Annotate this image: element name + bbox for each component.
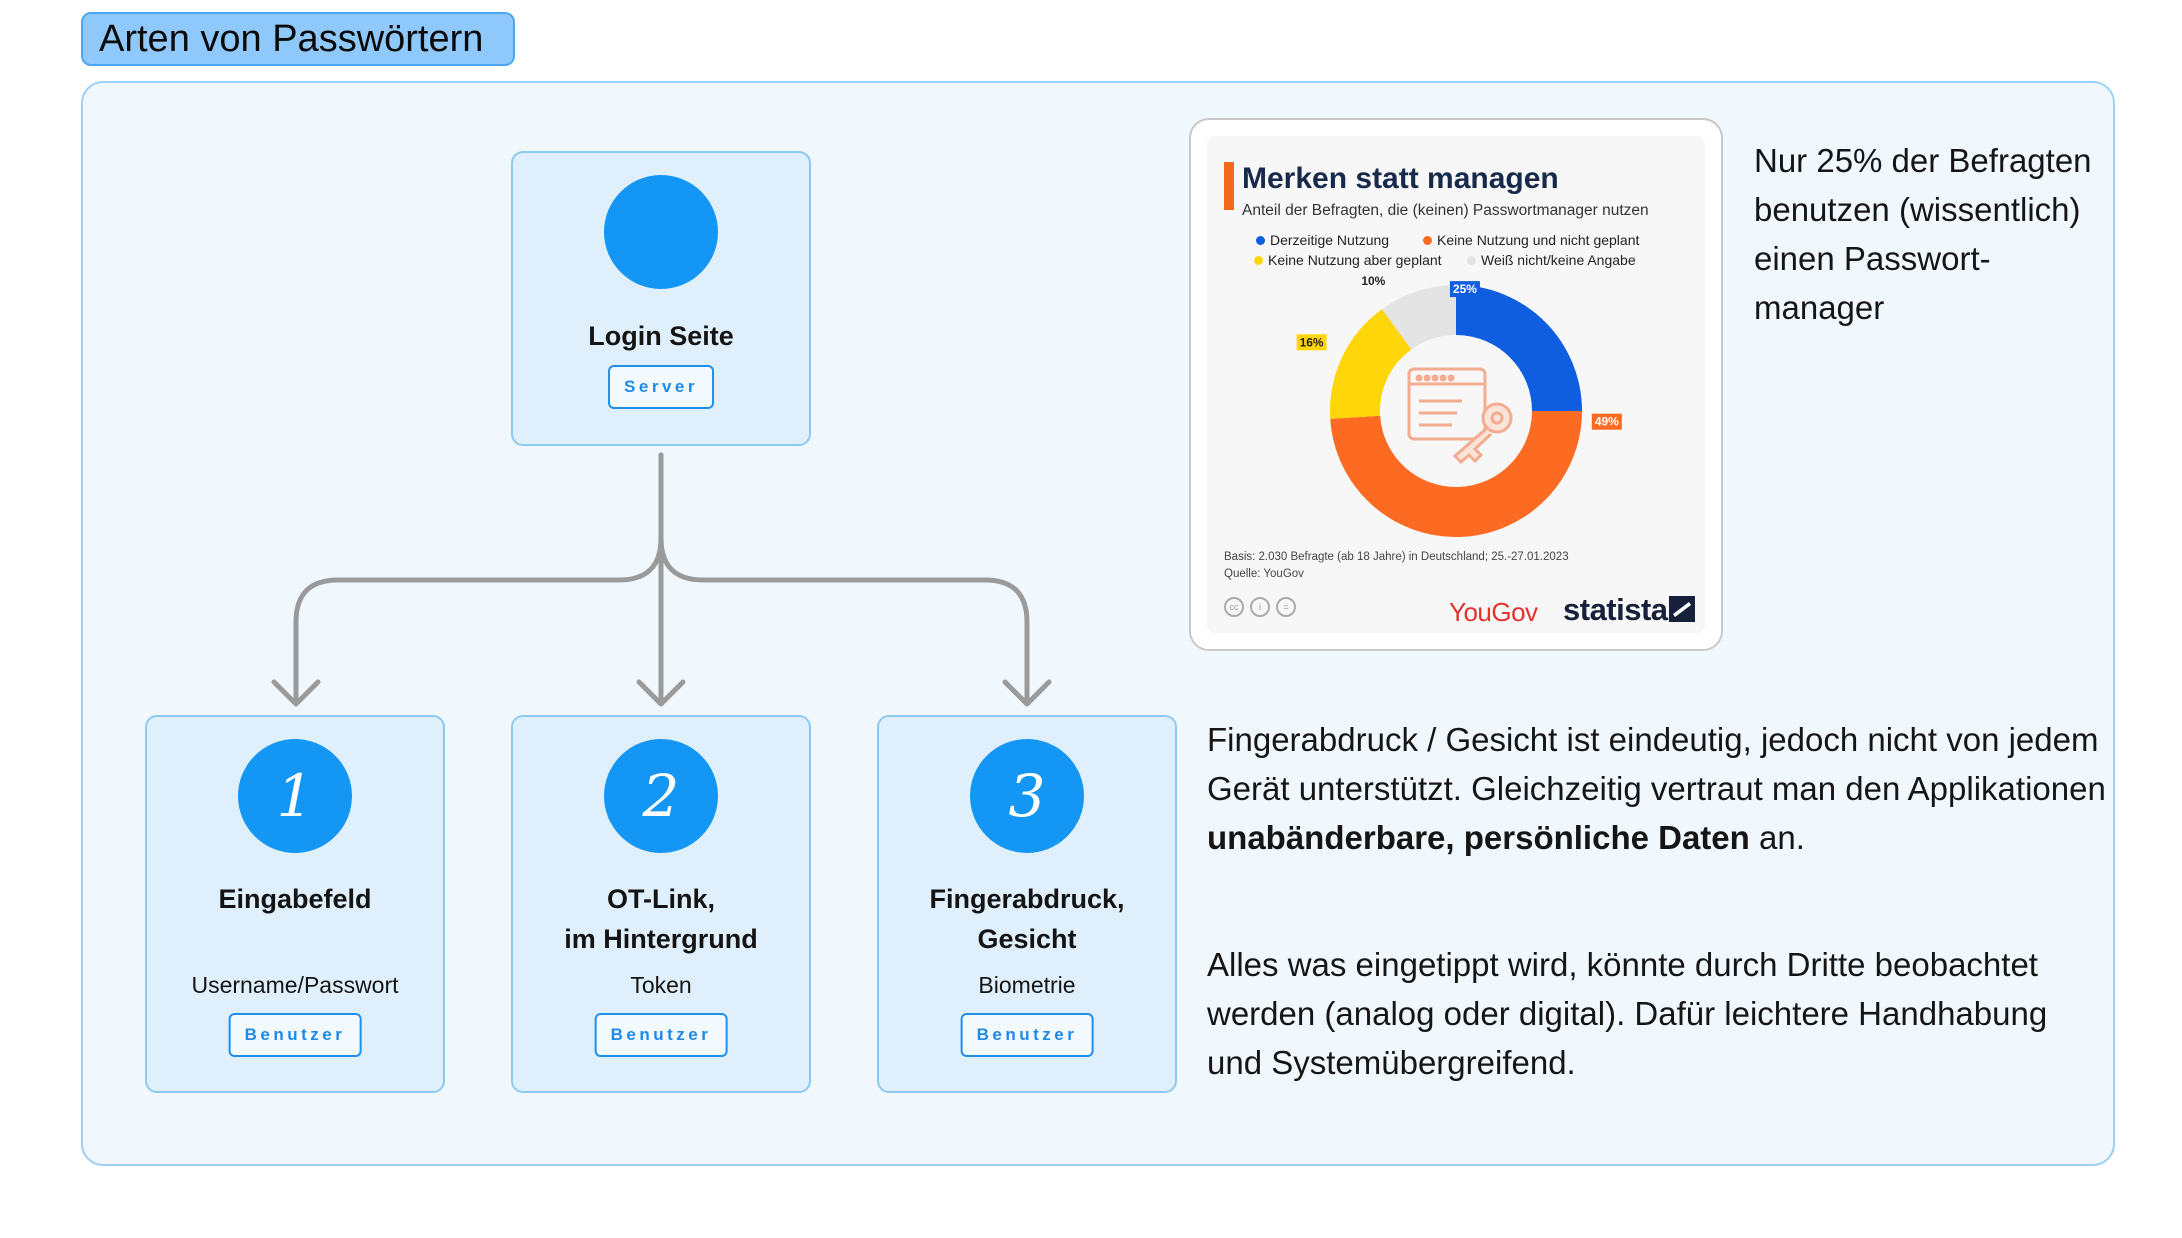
svg-text:10%: 10% — [1361, 274, 1385, 288]
infographic-panel: Merken statt managen Anteil der Befragte… — [1207, 136, 1705, 633]
value-label-3: 16% — [1296, 334, 1327, 351]
svg-text:49%: 49% — [1595, 415, 1619, 429]
infographic-subtitle: Anteil der Befragten, die (keinen) Passw… — [1242, 202, 1649, 219]
value-label-1: 25% — [1449, 281, 1480, 298]
donut-chart: 25% 49% 16% 10% — [1296, 273, 1622, 537]
donut-slice-1 — [1456, 285, 1582, 411]
method-title-line2: Gesicht — [977, 924, 1077, 954]
key-icon — [1407, 367, 1513, 465]
password-manager-note: Nur 25% der Befragten benutzen (wissentl… — [1754, 142, 2092, 326]
number-badge-1: 1 — [238, 739, 352, 853]
number-badge-3: 3 — [970, 739, 1084, 853]
login-page-circle-icon — [604, 175, 718, 289]
login-page-title: Login Seite — [588, 321, 734, 351]
connector-to-method-3 — [658, 535, 1030, 705]
user-tag: Benutzer — [594, 1013, 728, 1057]
biometric-note-emphasis: unabänderbare, persönliche Daten — [1207, 819, 1750, 856]
method-node-biometric: 3 Fingerabdruck, Gesicht Biometrie Benut… — [877, 715, 1177, 1093]
infographic-source: Quelle: YouGov — [1224, 568, 1304, 580]
svg-text:16%: 16% — [1300, 335, 1324, 349]
legend-label: Keine Nutzung und nicht geplant — [1437, 232, 1640, 248]
statista-logo: statista — [1563, 592, 1668, 627]
svg-text:25%: 25% — [1453, 282, 1477, 296]
user-tag: Benutzer — [960, 1013, 1094, 1057]
yougov-logo: YouGov — [1449, 597, 1538, 627]
legend-item-no-use-not-planned: Keine Nutzung und nicht geplant — [1423, 232, 1639, 248]
method-title-line1: OT-Link, — [607, 884, 715, 914]
creative-commons-icon: cc — [1224, 597, 1244, 617]
donut-slice-2 — [1330, 411, 1582, 537]
infographic-title: Merken statt managen — [1242, 162, 1559, 195]
attribution-icon: i — [1250, 597, 1270, 617]
legend-swatch — [1256, 236, 1265, 245]
legend-swatch — [1423, 236, 1432, 245]
method-subtitle: Token — [630, 972, 692, 998]
user-tag: Benutzer — [228, 1013, 362, 1057]
method-node-input-field: 1 Eingabefeld Username/Passwort Benutzer — [145, 715, 445, 1093]
legend-swatch — [1467, 256, 1476, 265]
method-subtitle: Biometrie — [978, 972, 1076, 998]
login-page-node: Login Seite Server — [511, 151, 811, 446]
number-badge-2: 2 — [604, 739, 718, 853]
method-title-line1: Fingerabdruck, — [929, 884, 1125, 914]
infographic-basis: Basis: 2.030 Befragte (ab 18 Jahre) in D… — [1224, 551, 1569, 563]
server-tag: Server — [608, 365, 714, 409]
legend-swatch — [1254, 256, 1263, 265]
biometric-note: Fingerabdruck / Gesicht ist eindeutig, j… — [1207, 715, 2107, 862]
legend-item-current-use: Derzeitige Nutzung — [1256, 232, 1389, 248]
value-label-2: 49% — [1591, 413, 1622, 430]
method-title-line2: im Hintergrund — [564, 924, 758, 954]
method-subtitle: Username/Passwort — [191, 972, 399, 998]
biometric-note-text: Fingerabdruck / Gesicht ist eindeutig, j… — [1207, 721, 2106, 807]
title-accent-bar — [1224, 162, 1234, 210]
biometric-note-end: an. — [1758, 819, 1805, 856]
input-field-note: Alles was eingetippt wird, könnte durch … — [1207, 946, 2048, 1081]
statista-infographic-card: Merken statt managen Anteil der Befragte… — [1189, 118, 1723, 651]
connector-to-method-1 — [293, 452, 664, 705]
method-title-line1: Eingabefeld — [218, 884, 372, 914]
statista-mark-icon — [1669, 596, 1695, 622]
legend-label: Derzeitige Nutzung — [1270, 232, 1390, 248]
method-node-ot-link: 2 OT-Link, im Hintergrund Token Benutzer — [511, 715, 811, 1093]
value-label-4: 10% — [1358, 273, 1389, 290]
no-derivatives-icon: = — [1276, 597, 1296, 617]
